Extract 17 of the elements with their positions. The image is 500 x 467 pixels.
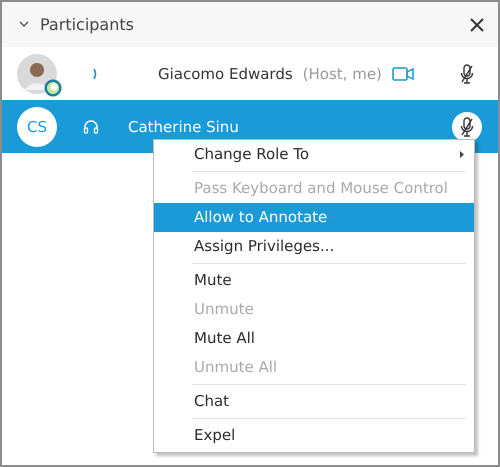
submenu-arrow-icon	[460, 151, 464, 158]
avatar-initials: CS	[17, 106, 57, 146]
audio-signal-icon	[93, 68, 98, 80]
panel-title: Participants	[40, 15, 135, 34]
participant-name: Catherine Sinu	[128, 118, 239, 136]
collapse-icon[interactable]	[19, 21, 29, 28]
participant-row[interactable]: Giacomo Edwards (Host, me)	[2, 47, 498, 100]
participant-role: (Host, me)	[302, 64, 382, 82]
microphone-button[interactable]	[452, 112, 482, 142]
headset-icon	[83, 118, 99, 134]
video-camera-icon[interactable]	[392, 66, 414, 80]
menu-item[interactable]: Mute All	[154, 324, 474, 353]
menu-item[interactable]: Mute	[154, 266, 474, 295]
close-icon[interactable]	[470, 18, 484, 32]
menu-item[interactable]: Expel	[154, 421, 474, 450]
status-badge-icon	[44, 78, 62, 96]
participant-name: Giacomo Edwards	[158, 64, 293, 82]
